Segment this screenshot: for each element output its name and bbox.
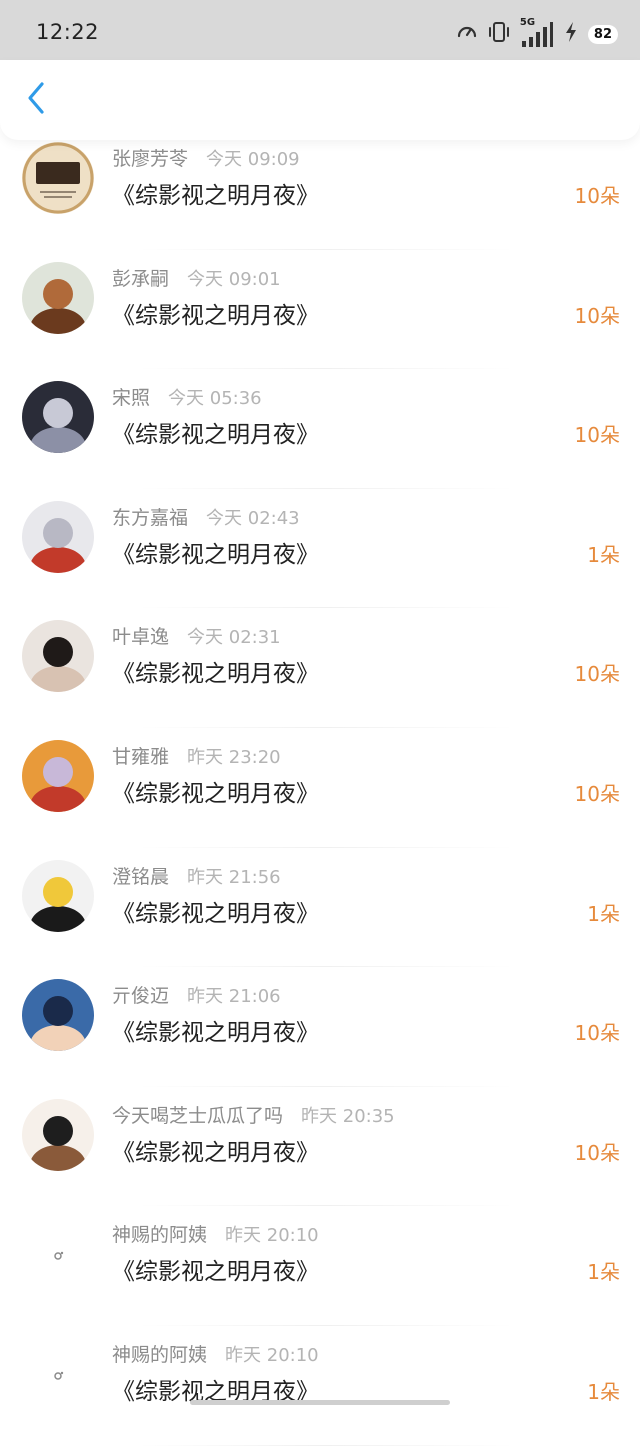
book-title[interactable]: 《综影视之明月夜》 <box>112 296 319 330</box>
signal-bars-icon: 5G <box>520 17 554 49</box>
item-meta: 神赐的阿姨 昨天 20:10 <box>112 1340 319 1367</box>
flower-count: 1朵 <box>587 1379 620 1404</box>
user-name[interactable]: 叶卓逸 <box>112 622 169 649</box>
user-name[interactable]: 神赐的阿姨 <box>112 1340 207 1367</box>
timestamp: 昨天 21:56 <box>187 866 281 888</box>
flower-count: 1朵 <box>587 1260 620 1285</box>
home-indicator[interactable] <box>190 1400 450 1405</box>
list-item[interactable]: 神赐的阿姨 昨天 20:10 《综影视之明月夜》 1朵 <box>0 1326 640 1446</box>
book-title[interactable]: 《综影视之明月夜》 <box>112 1013 319 1047</box>
item-meta: 彭承嗣 今天 09:01 <box>112 264 281 291</box>
item-meta: 神赐的阿姨 昨天 20:10 <box>112 1220 319 1247</box>
user-name[interactable]: 东方嘉福 <box>112 503 188 530</box>
avatar[interactable] <box>22 1098 94 1171</box>
book-title[interactable]: 《综影视之明月夜》 <box>112 894 319 928</box>
book-title[interactable]: 《综影视之明月夜》 <box>112 1133 319 1167</box>
user-name[interactable]: 彭承嗣 <box>112 264 169 291</box>
item-meta: 叶卓逸 今天 02:31 <box>112 622 281 649</box>
user-name[interactable]: 神赐的阿姨 <box>112 1220 207 1247</box>
user-name[interactable]: 今天喝芝士瓜瓜了吗 <box>112 1101 283 1128</box>
item-meta: 亓俊迈 昨天 21:06 <box>112 981 281 1008</box>
list-item[interactable]: 今天喝芝士瓜瓜了吗 昨天 20:35 《综影视之明月夜》 10朵 <box>0 1087 640 1207</box>
avatar[interactable] <box>22 1337 94 1410</box>
avatar[interactable] <box>22 979 94 1052</box>
lightning-icon <box>564 21 578 47</box>
vibrate-icon <box>488 20 510 48</box>
flower-count: 10朵 <box>574 423 620 448</box>
list-item[interactable]: 宋照 今天 05:36 《综影视之明月夜》 10朵 <box>0 369 640 489</box>
list-item[interactable]: 东方嘉福 今天 02:43 《综影视之明月夜》 1朵 <box>0 489 640 609</box>
speedometer-icon <box>456 21 478 47</box>
status-time: 12:22 <box>36 20 100 44</box>
user-name[interactable]: 张廖芳苓 <box>112 144 188 171</box>
book-title[interactable]: 《综影视之明月夜》 <box>112 176 319 210</box>
navigation-bar <box>0 60 640 140</box>
item-meta: 今天喝芝士瓜瓜了吗 昨天 20:35 <box>112 1101 395 1128</box>
back-button[interactable] <box>18 82 54 118</box>
book-title[interactable]: 《综影视之明月夜》 <box>112 535 319 569</box>
timestamp: 今天 09:01 <box>187 268 281 290</box>
item-meta: 宋照 今天 05:36 <box>112 383 262 410</box>
timestamp: 昨天 20:10 <box>225 1225 319 1247</box>
flower-count: 10朵 <box>574 1140 620 1165</box>
timestamp: 昨天 20:35 <box>301 1105 395 1127</box>
timestamp: 今天 02:31 <box>187 627 281 649</box>
list-item[interactable]: 甘雍雅 昨天 23:20 《综影视之明月夜》 10朵 <box>0 728 640 848</box>
book-title[interactable]: 《综影视之明月夜》 <box>112 654 319 688</box>
item-meta: 张廖芳苓 今天 09:09 <box>112 144 300 171</box>
avatar[interactable] <box>22 739 94 812</box>
avatar[interactable] <box>22 859 94 932</box>
status-icons: 5G 82 <box>456 16 618 52</box>
battery-level: 82 <box>587 24 618 44</box>
avatar[interactable] <box>22 381 94 454</box>
timestamp: 今天 02:43 <box>206 507 300 529</box>
user-name[interactable]: 亓俊迈 <box>112 981 169 1008</box>
flower-count: 1朵 <box>587 901 620 926</box>
book-title[interactable]: 《综影视之明月夜》 <box>112 415 319 449</box>
user-name[interactable]: 宋照 <box>112 383 150 410</box>
timestamp: 昨天 20:10 <box>225 1344 319 1366</box>
user-name[interactable]: 甘雍雅 <box>112 742 169 769</box>
avatar[interactable] <box>22 142 94 214</box>
book-title[interactable]: 《综影视之明月夜》 <box>112 1252 319 1286</box>
list-item[interactable]: 张廖芳苓 今天 09:09 《综影视之明月夜》 10朵 <box>0 130 640 250</box>
list-item[interactable]: 彭承嗣 今天 09:01 《综影视之明月夜》 10朵 <box>0 250 640 370</box>
flower-count: 10朵 <box>574 303 620 328</box>
row-divider <box>136 1444 516 1446</box>
flower-count: 10朵 <box>574 662 620 687</box>
timestamp: 昨天 21:06 <box>187 986 281 1008</box>
status-bar: 12:22 5G 82 <box>0 0 640 60</box>
gift-record-list: 张廖芳苓 今天 09:09 《综影视之明月夜》 10朵 彭承嗣 今天 09:01 《综影视之… <box>0 130 640 1446</box>
item-meta: 澄铭晨 昨天 21:56 <box>112 862 281 889</box>
avatar[interactable] <box>22 261 94 334</box>
avatar[interactable] <box>22 1218 94 1291</box>
flower-count: 10朵 <box>574 184 620 208</box>
timestamp: 今天 09:09 <box>206 149 300 170</box>
back-chevron-icon <box>25 81 47 119</box>
timestamp: 昨天 23:20 <box>187 746 281 768</box>
user-name[interactable]: 澄铭晨 <box>112 862 169 889</box>
flower-count: 1朵 <box>587 542 620 567</box>
list-item[interactable]: 叶卓逸 今天 02:31 《综影视之明月夜》 10朵 <box>0 608 640 728</box>
item-meta: 东方嘉福 今天 02:43 <box>112 503 300 530</box>
list-item[interactable]: 澄铭晨 昨天 21:56 《综影视之明月夜》 1朵 <box>0 848 640 968</box>
list-item[interactable]: 神赐的阿姨 昨天 20:10 《综影视之明月夜》 1朵 <box>0 1206 640 1326</box>
timestamp: 今天 05:36 <box>168 388 262 410</box>
flower-count: 10朵 <box>574 1021 620 1046</box>
flower-count: 10朵 <box>574 781 620 806</box>
avatar[interactable] <box>22 620 94 693</box>
list-item[interactable]: 亓俊迈 昨天 21:06 《综影视之明月夜》 10朵 <box>0 967 640 1087</box>
item-meta: 甘雍雅 昨天 23:20 <box>112 742 281 769</box>
book-title[interactable]: 《综影视之明月夜》 <box>112 774 319 808</box>
avatar[interactable] <box>22 500 94 573</box>
